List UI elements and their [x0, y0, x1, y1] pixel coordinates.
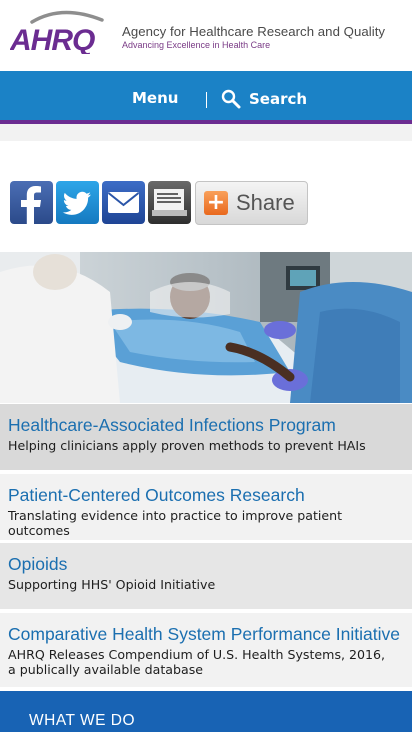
- hero-image: [0, 252, 412, 403]
- plus-icon: +: [204, 191, 228, 215]
- feature-title[interactable]: Healthcare-Associated Infections Program: [8, 415, 412, 436]
- agency-tagline: Advancing Excellence in Health Care: [122, 40, 271, 50]
- email-icon: [107, 192, 140, 213]
- feature-description: Helping clinicians apply proven methods …: [8, 438, 366, 453]
- menu-button[interactable]: Menu: [132, 89, 178, 107]
- search-button[interactable]: Search: [221, 89, 307, 109]
- print-button[interactable]: [148, 181, 191, 224]
- feature-title[interactable]: Comparative Health System Performance In…: [8, 624, 412, 645]
- twitter-icon: [62, 191, 91, 215]
- facebook-icon: [21, 186, 41, 224]
- feature-item[interactable]: Healthcare-Associated Infections Program…: [0, 404, 412, 470]
- feature-item[interactable]: Patient-Centered Outcomes Research Trans…: [0, 474, 412, 540]
- what-we-do-section: WHAT WE DO: [0, 691, 412, 732]
- print-icon: [152, 189, 187, 216]
- what-we-do-heading: WHAT WE DO: [29, 712, 136, 729]
- agency-block: Agency for Healthcare Research and Quali…: [122, 24, 385, 50]
- search-icon: [221, 89, 241, 109]
- site-header: AHRQ Agency for Healthcare Research and …: [0, 0, 412, 71]
- feature-item[interactable]: Comparative Health System Performance In…: [0, 613, 412, 687]
- ahrq-logo[interactable]: AHRQ: [10, 8, 114, 54]
- feature-description: Supporting HHS' Opioid Initiative: [8, 577, 216, 592]
- nav-divider: [206, 92, 207, 108]
- agency-name: Agency for Healthcare Research and Quali…: [122, 24, 386, 39]
- share-label: Share: [236, 190, 295, 215]
- share-button[interactable]: + Share: [195, 181, 308, 225]
- search-label: Search: [249, 90, 308, 108]
- facebook-share-button[interactable]: [10, 181, 53, 224]
- email-share-button[interactable]: [102, 181, 145, 224]
- page: AHRQ Agency for Healthcare Research and …: [0, 0, 412, 732]
- feature-description: AHRQ Releases Compendium of U.S. Health …: [8, 647, 386, 677]
- hospital-scene-illustration: [0, 252, 412, 403]
- feature-description: Translating evidence into practice to im…: [8, 508, 343, 538]
- feature-item[interactable]: Opioids Supporting HHS' Opioid Initiativ…: [0, 543, 412, 609]
- main-nav: Menu Search: [0, 71, 412, 124]
- twitter-share-button[interactable]: [56, 181, 99, 224]
- svg-text:AHRQ: AHRQ: [10, 24, 95, 54]
- social-share-bar: + Share: [10, 181, 308, 225]
- feature-title[interactable]: Patient-Centered Outcomes Research: [8, 485, 412, 506]
- feature-title[interactable]: Opioids: [8, 554, 412, 575]
- divider-band: [0, 124, 412, 141]
